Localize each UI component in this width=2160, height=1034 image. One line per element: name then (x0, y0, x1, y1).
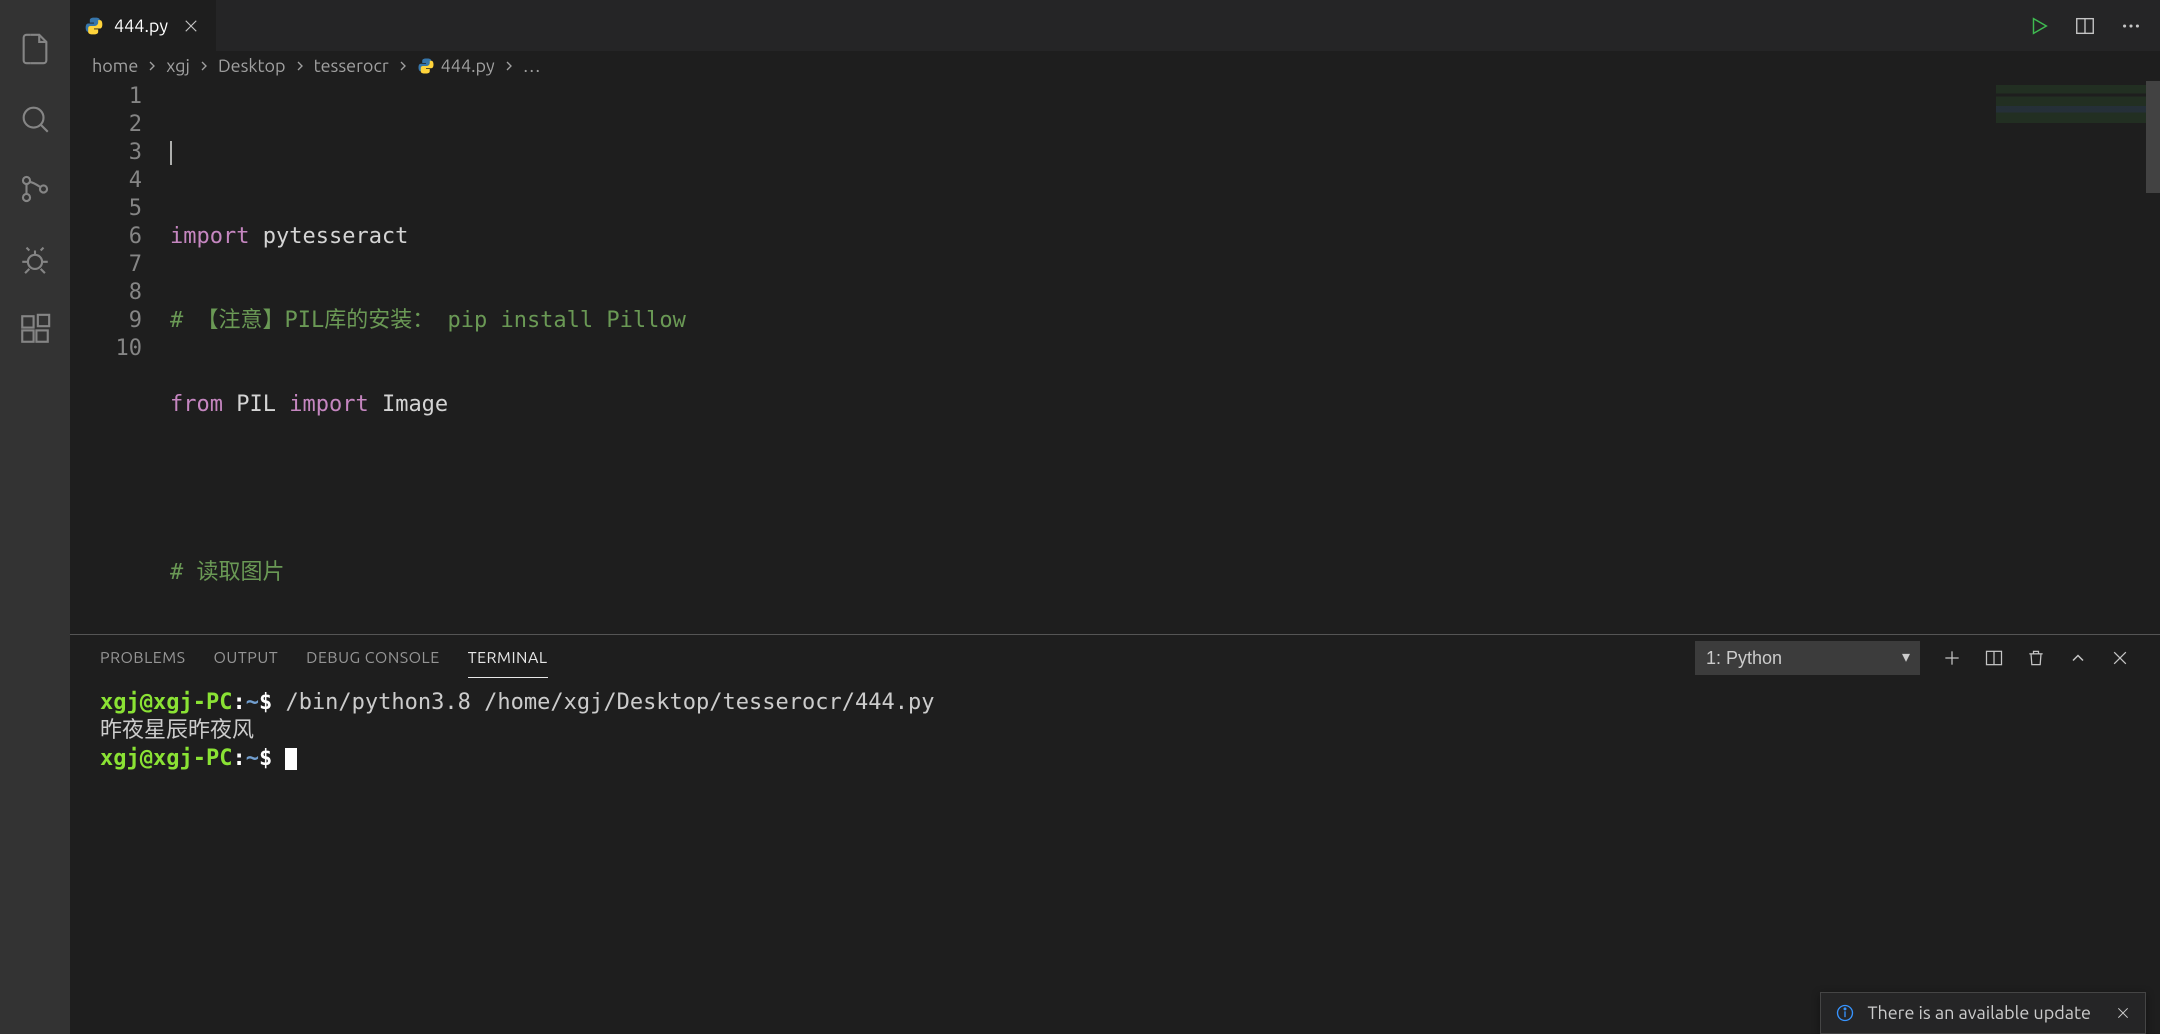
line-numbers: 123 456 789 10 (70, 81, 170, 634)
panel-header: PROBLEMS OUTPUT DEBUG CONSOLE TERMINAL 1… (70, 635, 2160, 681)
panel: PROBLEMS OUTPUT DEBUG CONSOLE TERMINAL 1… (70, 634, 2160, 1034)
terminal-selector[interactable]: 1: Python (1695, 641, 1920, 675)
close-panel-icon[interactable] (2110, 648, 2130, 668)
breadcrumb-segment[interactable]: 444.py (417, 56, 495, 76)
chevron-right-icon (196, 58, 212, 74)
source-control-icon[interactable] (0, 154, 70, 224)
extensions-icon[interactable] (0, 294, 70, 364)
info-icon (1835, 1003, 1855, 1023)
split-editor-icon[interactable] (2074, 15, 2096, 37)
terminal-user: xgj@xgj-PC (100, 690, 232, 715)
tab-bar: 444.py (70, 0, 2160, 51)
chevron-right-icon (144, 58, 160, 74)
panel-tab-terminal[interactable]: TERMINAL (468, 649, 548, 678)
code-editor[interactable]: 123 456 789 10 import pytesseract # 【注意】… (70, 81, 2160, 634)
activity-bar (0, 0, 70, 1034)
notification-text: There is an available update (1867, 1003, 2091, 1023)
new-terminal-icon[interactable] (1942, 648, 1962, 668)
editor-tab[interactable]: 444.py (70, 0, 216, 51)
python-file-icon (417, 57, 435, 75)
minimap[interactable] (1996, 85, 2146, 123)
chevron-right-icon (292, 58, 308, 74)
terminal-output: 昨夜星辰昨夜风 (100, 717, 2130, 745)
panel-tab-problems[interactable]: PROBLEMS (100, 649, 186, 677)
python-file-icon (84, 16, 104, 36)
close-icon[interactable] (178, 13, 204, 39)
chevron-right-icon (395, 58, 411, 74)
code-content[interactable]: import pytesseract # 【注意】PIL库的安装： pip in… (170, 81, 2160, 634)
update-notification[interactable]: There is an available update (1820, 992, 2146, 1034)
debug-icon[interactable] (0, 224, 70, 294)
terminal[interactable]: xgj@xgj-PC:~$ /bin/python3.8 /home/xgj/D… (70, 681, 2160, 1034)
search-icon[interactable] (0, 84, 70, 154)
explorer-icon[interactable] (0, 14, 70, 84)
close-icon[interactable] (2115, 1005, 2131, 1021)
terminal-path: ~ (246, 690, 259, 715)
run-icon[interactable] (2028, 15, 2050, 37)
breadcrumbs[interactable]: home xgj Desktop tesserocr 444.py … (70, 51, 2160, 81)
breadcrumb-segment[interactable]: Desktop (218, 56, 286, 76)
terminal-select[interactable]: 1: Python (1695, 641, 1920, 675)
editor-actions (2028, 15, 2160, 37)
terminal-command: /bin/python3.8 /home/xgj/Desktop/tessero… (272, 690, 934, 715)
breadcrumb-segment[interactable]: … (523, 56, 541, 76)
more-actions-icon[interactable] (2120, 15, 2142, 37)
kill-terminal-icon[interactable] (2026, 648, 2046, 668)
breadcrumb-segment[interactable]: tesserocr (314, 56, 389, 76)
terminal-prompt: $ (259, 690, 272, 715)
vertical-scrollbar[interactable] (2146, 81, 2160, 193)
split-terminal-icon[interactable] (1984, 648, 2004, 668)
breadcrumb-segment[interactable]: home (92, 56, 138, 76)
text-cursor (170, 141, 172, 165)
terminal-cursor (285, 748, 297, 770)
maximize-panel-icon[interactable] (2068, 648, 2088, 668)
panel-tab-output[interactable]: OUTPUT (214, 649, 279, 677)
main-area: 444.py home xgj Desktop tesserocr (70, 0, 2160, 1034)
tab-filename: 444.py (114, 16, 168, 36)
chevron-right-icon (501, 58, 517, 74)
breadcrumb-segment[interactable]: xgj (166, 56, 190, 76)
panel-tab-debug-console[interactable]: DEBUG CONSOLE (306, 649, 440, 677)
